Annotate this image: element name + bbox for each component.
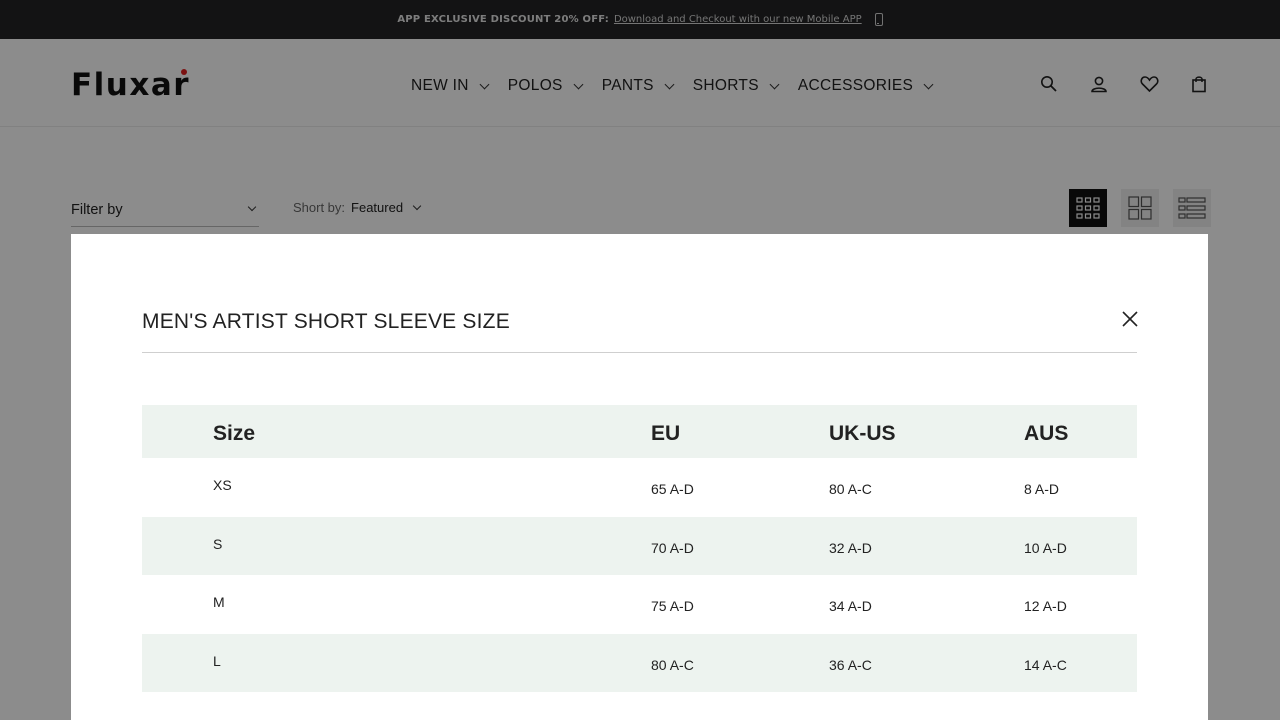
column-header-eu: EU [651, 422, 681, 445]
uk-us-cell: 34 A-D [829, 598, 872, 614]
size-cell: XS [213, 477, 232, 493]
column-header-aus: AUS [1024, 422, 1069, 445]
eu-cell: 80 A-C [651, 656, 694, 673]
table-header-row: Size EU UK-US AUS [142, 405, 1137, 458]
size-cell: S [213, 535, 223, 552]
uk-us-cell: 36 A-C [829, 656, 872, 673]
title-divider [142, 352, 1137, 353]
eu-cell: 70 A-D [651, 539, 694, 556]
size-guide-modal: MEN'S ARTIST SHORT SLEEVE SIZE Size EU U… [71, 234, 1208, 720]
aus-cell: 14 A-C [1024, 656, 1067, 673]
eu-cell: 65 A-D [651, 481, 694, 497]
size-cell: M [213, 594, 225, 610]
aus-cell: 8 A-D [1024, 481, 1060, 497]
table-row: XS 65 A-D 80 A-C 8 A-D [142, 458, 1137, 517]
table-row: S 70 A-D 32 A-D 10 A-D [142, 516, 1137, 575]
modal-title: MEN'S ARTIST SHORT SLEEVE SIZE [142, 310, 510, 333]
table-row: L 80 A-C 36 A-C 14 A-C [142, 633, 1137, 692]
table-row: M 75 A-D 34 A-D 12 A-D [142, 575, 1137, 634]
size-table: Size EU UK-US AUS XS 65 A-D 80 A-C 8 A-D… [142, 405, 1137, 692]
close-icon[interactable] [1120, 309, 1140, 329]
eu-cell: 75 A-D [651, 598, 694, 614]
uk-us-cell: 80 A-C [829, 481, 872, 497]
size-cell: L [213, 652, 221, 669]
uk-us-cell: 32 A-D [829, 539, 872, 556]
aus-cell: 12 A-D [1024, 598, 1067, 614]
aus-cell: 10 A-D [1024, 539, 1067, 556]
column-header-size: Size [213, 422, 256, 445]
column-header-uk-us: UK-US [829, 422, 896, 445]
